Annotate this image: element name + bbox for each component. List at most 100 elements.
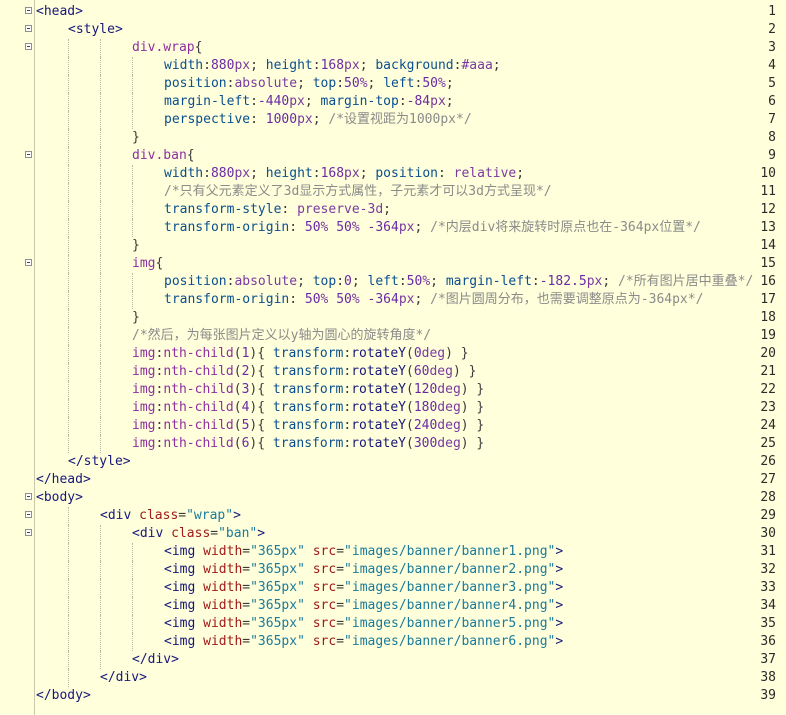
indent-guide: [100, 291, 101, 309]
code-token: "images/banner/banner2.png": [344, 562, 556, 577]
code-token: position: [164, 76, 227, 91]
code-token: transform: [272, 400, 344, 415]
code-token: px: [398, 292, 415, 307]
code-line[interactable]: 31 <img width="365px" src="images/banner/…: [0, 543, 786, 561]
code-token: width: [203, 544, 243, 559]
fold-toggle-icon[interactable]: [25, 43, 32, 50]
code-line[interactable]: 6 margin-left:-440px; margin-top:-84px;: [0, 93, 786, 111]
code-editor[interactable]: 1 <head> 2 <style> 3 div.wrap{4 width:880px; h…: [0, 0, 786, 715]
code-line[interactable]: 12 transform-style: preserve-3d;: [0, 201, 786, 219]
code-line[interactable]: 39 </body>: [0, 687, 786, 705]
indent-guide: [100, 201, 101, 219]
code-line[interactable]: 22 img:nth-child(3){ transform:rotateY(12…: [0, 381, 786, 399]
code-token: "365px": [250, 562, 305, 577]
code-line[interactable]: 4 width:880px; height:168px; background:#…: [0, 57, 786, 75]
code-line[interactable]: 24 img:nth-child(5){ transform:rotateY(24…: [0, 417, 786, 435]
code-token: width: [164, 58, 204, 73]
code-line[interactable]: 32 <img width="365px" src="images/banner/…: [0, 561, 786, 579]
code-text: img:nth-child(2){ transform:rotateY(60de…: [132, 363, 476, 381]
code-token: class: [171, 526, 211, 541]
line-number: 25: [760, 436, 776, 451]
code-line[interactable]: 33 <img width="365px" src="images/banner/…: [0, 579, 786, 597]
code-line[interactable]: 3 div.wrap{: [0, 39, 786, 57]
code-line[interactable]: 18}: [0, 309, 786, 327]
code-token: transform: [272, 436, 344, 451]
code-token: :: [343, 346, 352, 361]
code-line[interactable]: 14}: [0, 237, 786, 255]
code-line[interactable]: 17 transform-origin: 50% 50% -364px; /*图片…: [0, 291, 786, 309]
code-token: "365px": [250, 616, 305, 631]
indent-guide: [132, 219, 133, 237]
code-line[interactable]: 38 </div>: [0, 669, 786, 687]
fold-toggle-icon[interactable]: [25, 259, 32, 266]
code-line[interactable]: 9 div.ban{: [0, 147, 786, 165]
code-line[interactable]: 23 img:nth-child(4){ transform:rotateY(18…: [0, 399, 786, 417]
code-token: img: [132, 346, 156, 361]
code-text: perspective: 1000px; /*设置视距为1000px*/: [164, 111, 472, 129]
code-line[interactable]: 27 </head>: [0, 471, 786, 489]
fold-toggle-icon[interactable]: [25, 151, 32, 158]
line-number: 37: [760, 652, 776, 667]
code-line[interactable]: 15 img{: [0, 255, 786, 273]
code-line[interactable]: 10 width:880px; height:168px; position: r…: [0, 165, 786, 183]
code-line[interactable]: 21 img:nth-child(2){ transform:rotateY(60…: [0, 363, 786, 381]
code-token: transform-style: [164, 202, 282, 217]
code-line[interactable]: 5 position:absolute; top:50%; left:50%;: [0, 75, 786, 93]
code-token: top: [312, 274, 337, 289]
code-token: (: [405, 382, 414, 397]
indent-guide: [132, 165, 133, 183]
code-token: <div: [100, 508, 140, 523]
indent-guide: [132, 93, 133, 111]
line-number: 10: [760, 166, 776, 181]
indent-guide: [132, 543, 133, 561]
code-line[interactable]: 13 transform-origin: 50% 50% -364px; /*内层…: [0, 219, 786, 237]
code-text: img:nth-child(4){ transform:rotateY(180d…: [132, 399, 484, 417]
code-line[interactable]: 8}: [0, 129, 786, 147]
code-line[interactable]: 16 position:absolute; top:0; left:50%; ma…: [0, 273, 786, 291]
code-line[interactable]: 11 /*只有父元素定义了3d显示方式属性，子元素才可以3d方式呈现*/: [0, 183, 786, 201]
code-token: width: [203, 598, 243, 613]
code-line[interactable]: 7 perspective: 1000px; /*设置视距为1000px*/: [0, 111, 786, 129]
code-token: img: [132, 436, 156, 451]
code-token: #aaa: [461, 58, 493, 73]
code-token: 50: [406, 274, 423, 289]
indent-guide: [132, 579, 133, 597]
code-token: 180: [413, 400, 438, 415]
line-number: 23: [760, 400, 776, 415]
code-line[interactable]: 30 <div class="ban">: [0, 525, 786, 543]
code-token: div.ban: [132, 148, 187, 163]
code-line[interactable]: 37 </div>: [0, 651, 786, 669]
code-line[interactable]: 36 <img width="365px" src="images/banner/…: [0, 633, 786, 651]
code-token: ) }: [460, 436, 485, 451]
code-token: px: [344, 58, 360, 73]
fold-toggle-icon[interactable]: [25, 511, 32, 518]
line-number: 13: [760, 220, 776, 235]
code-line[interactable]: 29 <div class="wrap">: [0, 507, 786, 525]
code-line[interactable]: 20 img:nth-child(1){ transform:rotateY(0d…: [0, 345, 786, 363]
fold-toggle-icon[interactable]: [25, 25, 32, 32]
code-token: px: [289, 94, 305, 109]
line-number: 27: [760, 472, 776, 487]
code-line[interactable]: 34 <img width="365px" src="images/banner/…: [0, 597, 786, 615]
indent-guide: [100, 219, 101, 237]
code-line[interactable]: 1 <head>: [0, 3, 786, 21]
code-token: {: [194, 40, 203, 55]
code-token: :: [289, 220, 305, 235]
code-line[interactable]: 19 /*然后，为每张图片定义以y轴为圆心的旋转角度*/: [0, 327, 786, 345]
code-token: -364: [367, 220, 399, 235]
code-line[interactable]: 26 </style>: [0, 453, 786, 471]
code-token: "images/banner/banner4.png": [344, 598, 556, 613]
code-line[interactable]: 2 <style>: [0, 21, 786, 39]
code-line[interactable]: 25 img:nth-child(6){ transform:rotateY(30…: [0, 435, 786, 453]
fold-toggle-icon[interactable]: [25, 493, 32, 500]
fold-toggle-icon[interactable]: [25, 529, 32, 536]
code-token: </head>: [36, 472, 91, 487]
code-line[interactable]: 28 <body>: [0, 489, 786, 507]
indent-guide: [68, 39, 69, 57]
code-token: 300: [413, 436, 438, 451]
fold-toggle-icon[interactable]: [25, 7, 32, 14]
code-line[interactable]: 35 <img width="365px" src="images/banner/…: [0, 615, 786, 633]
line-number: 3: [768, 40, 776, 55]
